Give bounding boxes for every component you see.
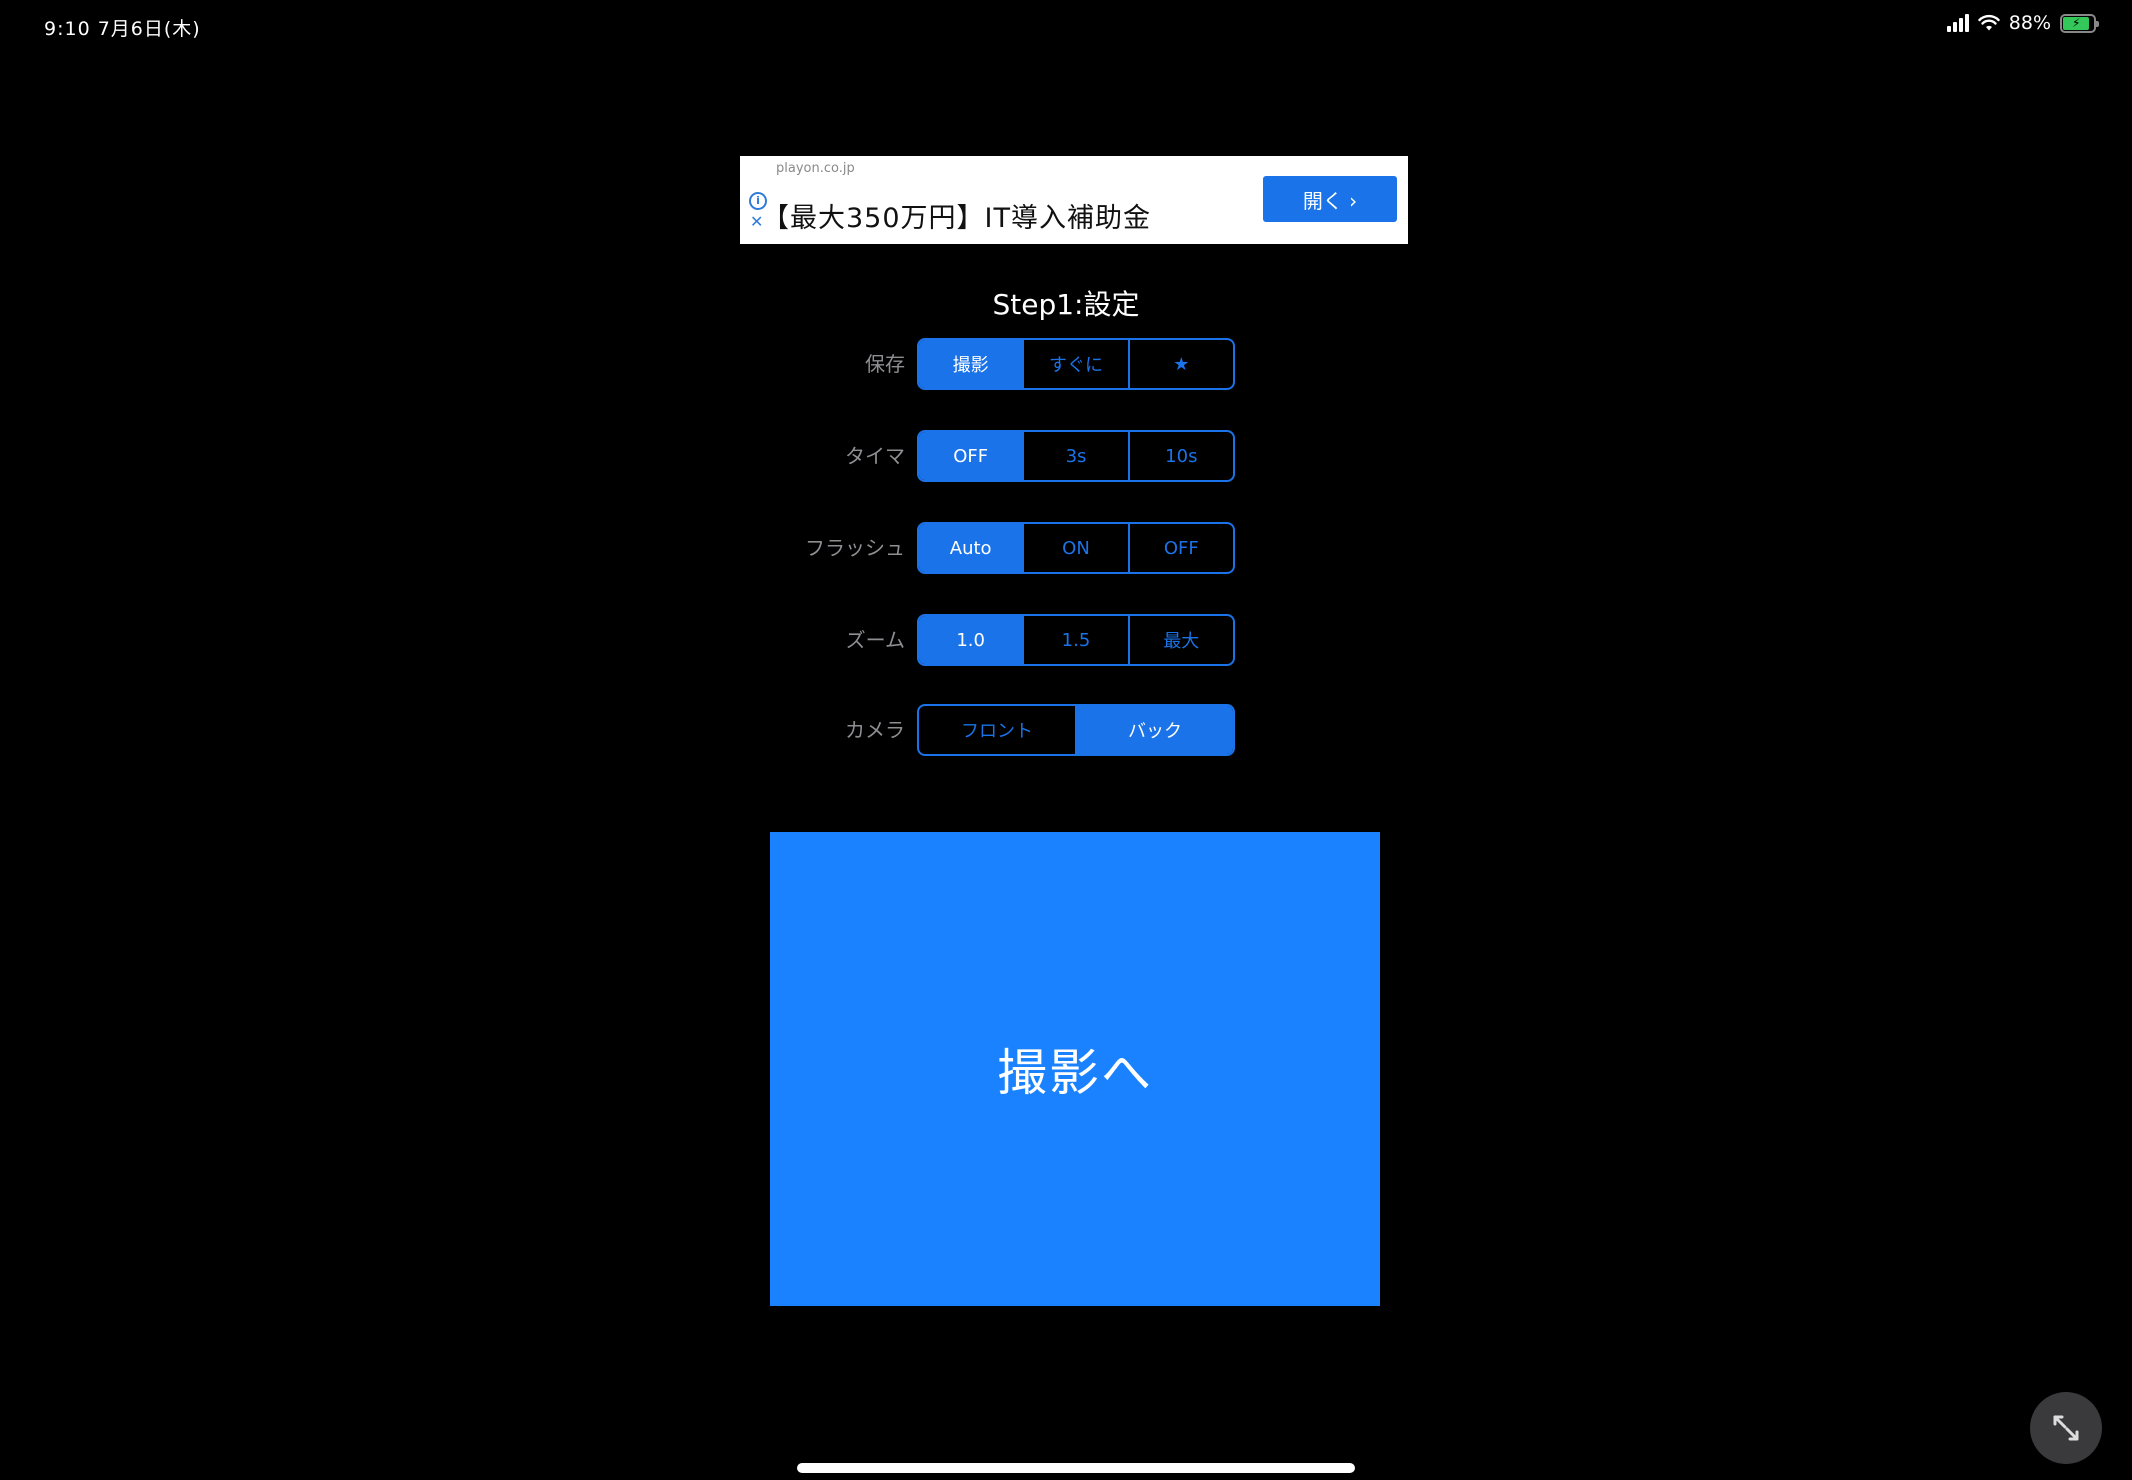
segment-option[interactable]: 1.0 xyxy=(919,616,1025,664)
segment-option[interactable]: 3s xyxy=(1024,432,1130,480)
segment-option[interactable]: 撮影 xyxy=(919,340,1025,388)
segment-option[interactable]: すぐに xyxy=(1024,340,1130,388)
status-time: 9:10 7月6日(木) xyxy=(44,18,201,40)
ad-banner[interactable]: i ✕ playon.co.jp 【最大350万円】IT導入補助金 開く › xyxy=(740,156,1408,244)
app-screen: 9:10 7月6日(木) 88% ⚡ i ✕ playon.co.jp 【最大3… xyxy=(0,0,2132,1480)
wifi-icon xyxy=(1978,14,2000,31)
segmented-control: Auto ON OFF xyxy=(917,522,1235,574)
setting-label: 保存 xyxy=(865,352,905,376)
setting-row: 保存 撮影 すぐに ★ xyxy=(0,338,2132,390)
cellular-signal-icon xyxy=(1946,14,1969,32)
segment-option[interactable]: OFF xyxy=(919,432,1025,480)
setting-row: ズーム 1.0 1.5 最大 xyxy=(0,614,2132,666)
ad-title[interactable]: 【最大350万円】IT導入補助金 xyxy=(762,196,1151,235)
battery-percent: 88% xyxy=(2008,12,2051,34)
segment-option[interactable]: 1.5 xyxy=(1024,616,1130,664)
segmented-control: 1.0 1.5 最大 xyxy=(917,614,1235,666)
setting-row: タイマ OFF 3s 10s xyxy=(0,430,2132,482)
segment-option[interactable]: ON xyxy=(1024,524,1130,572)
setting-row: カメラ フロント バック xyxy=(0,704,2132,756)
home-indicator[interactable] xyxy=(797,1463,1355,1473)
segment-option[interactable]: OFF xyxy=(1130,524,1233,572)
segment-option[interactable]: フロント xyxy=(919,706,1077,754)
setting-label: ズーム xyxy=(845,628,905,652)
ad-open-button[interactable]: 開く › xyxy=(1263,176,1397,222)
battery-level: ⚡ xyxy=(2063,16,2090,30)
step-title: Step1:設定 xyxy=(992,288,1140,321)
assistive-touch-button[interactable] xyxy=(2030,1392,2102,1464)
segment-option[interactable]: ★ xyxy=(1130,340,1233,388)
setting-label: タイマ xyxy=(845,444,905,468)
status-icons: 88% ⚡ xyxy=(1946,12,2099,34)
segmented-control: 撮影 すぐに ★ xyxy=(917,338,1235,390)
setting-row: フラッシュ Auto ON OFF xyxy=(0,522,2132,574)
expand-icon xyxy=(2053,1415,2079,1441)
setting-label: カメラ xyxy=(845,718,905,742)
segment-option[interactable]: 最大 xyxy=(1130,616,1233,664)
capture-button[interactable]: 撮影へ xyxy=(770,832,1380,1306)
segment-option[interactable]: Auto xyxy=(919,524,1025,572)
ad-domain: playon.co.jp xyxy=(776,161,855,176)
battery-icon: ⚡ xyxy=(2060,13,2099,33)
segment-option[interactable]: 10s xyxy=(1130,432,1233,480)
setting-label: フラッシュ xyxy=(805,536,905,560)
segmented-control: OFF 3s 10s xyxy=(917,430,1235,482)
segmented-control: フロント バック xyxy=(917,704,1235,756)
segment-option[interactable]: バック xyxy=(1077,706,1233,754)
